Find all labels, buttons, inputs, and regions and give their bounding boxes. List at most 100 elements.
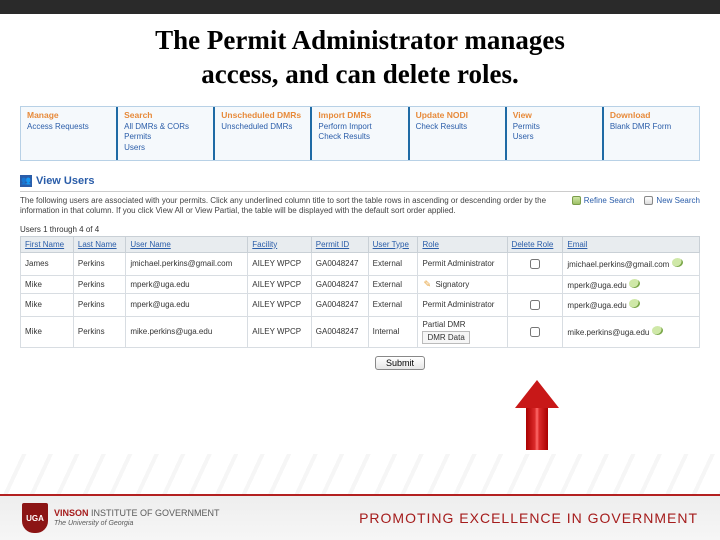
table-cell: External [368,275,418,293]
table-cell: Perkins [73,316,125,347]
logo-text: VINSON INSTITUTE OF GOVERNMENT The Unive… [54,509,220,528]
table-cell: mperk@uga.edu [126,293,248,316]
nav-link[interactable]: Check Results [416,122,499,133]
submit-button[interactable]: Submit [375,356,425,370]
help-text: The following users are associated with … [20,196,564,217]
nav-column-title: View [513,110,596,120]
table-cell: External [368,293,418,316]
nav-column-title: Download [610,110,693,120]
decorative-hatches [0,454,720,494]
section-title: View Users [36,175,95,187]
new-search-icon [644,196,653,205]
table-cell: jmichael.perkins@gmail.com [126,252,248,275]
new-search-label: New Search [656,196,700,205]
table-body: JamesPerkinsjmichael.perkins@gmail.comAI… [21,252,700,347]
users-table: First NameLast NameUser NameFacilityPerm… [20,236,700,348]
table-cell: AILEY WPCP [248,316,312,347]
table-cell: James [21,252,74,275]
table-cell: Internal [368,316,418,347]
nav-link[interactable]: Users [513,132,596,143]
logo-shield-icon: UGA [22,503,48,533]
section-header: 👥 View Users [20,175,700,187]
nav-link[interactable]: Perform Import [318,122,401,133]
nav-link[interactable]: Check Results [318,132,401,143]
slide-title-line2: access, and can delete roles. [0,58,720,92]
nav-column-title: Import DMRs [318,110,401,120]
new-search-link[interactable]: New Search [644,196,700,205]
slide-title-line1: The Permit Administrator manages [0,24,720,58]
logo-line2: INSTITUTE OF GOVERNMENT [91,508,220,518]
nav-column: Search All DMRs & CORsPermitsUsers [118,107,215,160]
nav-link[interactable]: Blank DMR Form [610,122,693,133]
table-column-header[interactable]: User Type [368,236,418,252]
delete-role-checkbox[interactable] [530,300,540,310]
footer-logo: UGA VINSON INSTITUTE OF GOVERNMENT The U… [22,503,220,533]
table-cell: GA0048247 [311,293,368,316]
email-user-icon[interactable] [672,258,683,267]
table-column-header[interactable]: Permit ID [311,236,368,252]
table-column-header[interactable]: Role [418,236,507,252]
table-column-header[interactable]: Last Name [73,236,125,252]
table-column-header[interactable]: First Name [21,236,74,252]
table-cell: External [368,252,418,275]
email-user-icon[interactable] [629,299,640,308]
refine-icon [572,196,581,205]
table-column-header[interactable]: Delete Role [507,236,563,252]
help-row: The following users are associated with … [20,191,700,221]
pencil-icon[interactable]: ✎ [422,279,432,289]
table-cell: AILEY WPCP [248,275,312,293]
delete-role-checkbox[interactable] [530,259,540,269]
nav-link[interactable]: Permits [124,132,207,143]
users-icon: 👥 [20,175,32,187]
email-text: mperk@uga.edu [567,301,629,310]
role-cell: Partial DMRDMR Data [418,316,507,347]
nav-column-title: Search [124,110,207,120]
table-cell: Mike [21,293,74,316]
table-row: MikePerkinsmperk@uga.eduAILEY WPCPGA0048… [21,293,700,316]
nav-link[interactable]: Unscheduled DMRs [221,122,304,133]
nav-link[interactable]: Users [124,143,207,154]
footer-tagline: PROMOTING EXCELLENCE IN GOVERNMENT [359,510,698,526]
table-column-header[interactable]: Facility [248,236,312,252]
email-cell: mperk@uga.edu [563,293,700,316]
arrow-head-icon [515,380,559,408]
table-cell: GA0048247 [311,316,368,347]
nav-link[interactable]: Permits [513,122,596,133]
nav-column-title: Update NODI [416,110,499,120]
callout-arrow [515,380,559,450]
table-row: JamesPerkinsjmichael.perkins@gmail.comAI… [21,252,700,275]
nav-column-title: Unscheduled DMRs [221,110,304,120]
nav-column-title: Manage [27,110,110,120]
table-row: MikePerkinsmike.perkins@uga.eduAILEY WPC… [21,316,700,347]
email-cell: mperk@uga.edu [563,275,700,293]
table-cell: Mike [21,275,74,293]
email-cell: jmichael.perkins@gmail.com [563,252,700,275]
table-cell: Perkins [73,293,125,316]
title-bar [0,0,720,14]
logo-line3: The University of Georgia [54,520,133,527]
email-user-icon[interactable] [629,279,640,288]
delete-role-cell [507,275,563,293]
delete-role-checkbox[interactable] [530,327,540,337]
delete-role-cell [507,316,563,347]
nav-column: Update NODI Check Results [410,107,507,160]
role-label: Permit Administrator [422,259,494,268]
slide-title: The Permit Administrator manages access,… [0,14,720,106]
nav-link[interactable]: Access Requests [27,122,110,133]
table-column-header[interactable]: User Name [126,236,248,252]
logo-line1: VINSON [54,508,89,518]
table-header-row: First NameLast NameUser NameFacilityPerm… [21,236,700,252]
email-text: mperk@uga.edu [567,281,629,290]
arrow-shaft [526,408,548,450]
email-text: jmichael.perkins@gmail.com [567,260,671,269]
refine-search-link[interactable]: Refine Search [572,196,635,205]
role-extra-badge: DMR Data [422,331,469,344]
email-user-icon[interactable] [652,326,663,335]
nav-link[interactable]: All DMRs & CORs [124,122,207,133]
email-cell: mike.perkins@uga.edu [563,316,700,347]
top-nav: Manage Access Requests Search All DMRs & CO… [20,106,700,161]
table-row: MikePerkinsmperk@uga.eduAILEY WPCPGA0048… [21,275,700,293]
refine-search-label: Refine Search [584,196,635,205]
table-column-header[interactable]: Email [563,236,700,252]
submit-row: Submit [20,348,700,370]
